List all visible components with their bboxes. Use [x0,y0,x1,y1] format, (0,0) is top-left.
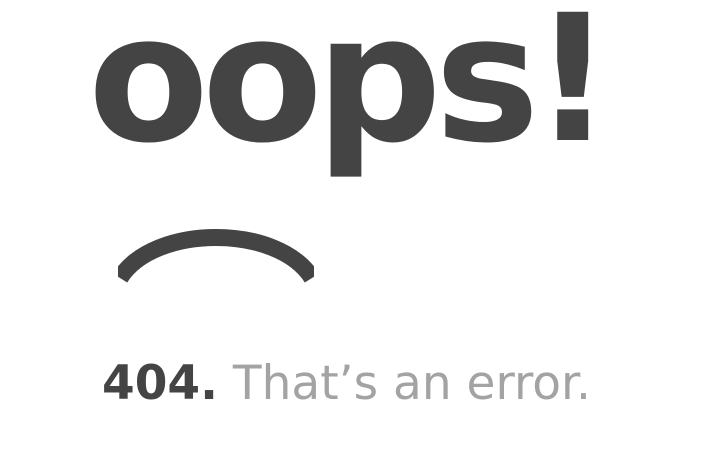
error-message-line: 404. That’s an error. [102,360,591,407]
error-code: 404. [102,356,218,411]
error-message: That’s an error. [232,356,591,411]
oops-headline: oops! [88,0,613,182]
frown-icon [118,229,314,284]
error-page: oops! 404. That’s an error. [0,0,721,475]
